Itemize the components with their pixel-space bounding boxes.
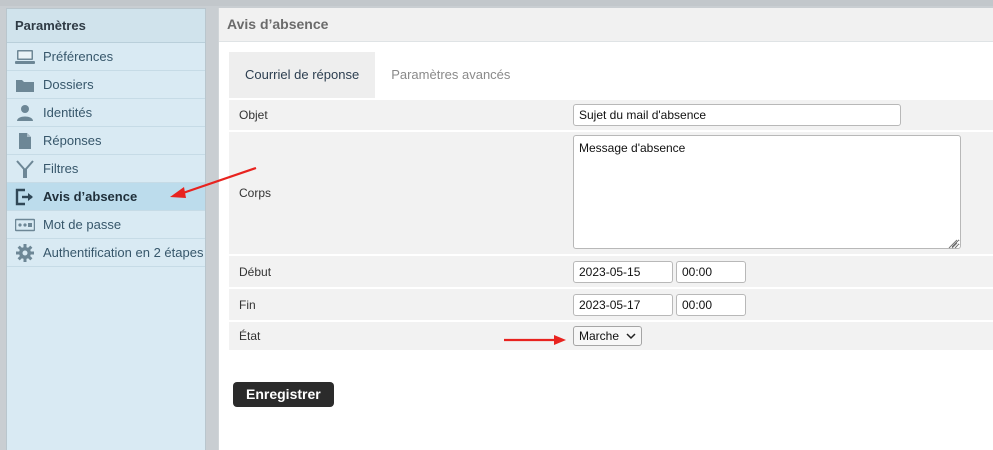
- main-panel: Avis d’absence Courriel de réponse Param…: [218, 8, 993, 450]
- end-label: Fin: [239, 297, 256, 312]
- body-row: Corps Message d'absence: [229, 130, 993, 254]
- settings-sidebar: Paramètres Préférences Dossiers Identité…: [6, 8, 206, 450]
- state-label: État: [239, 329, 261, 343]
- start-time-input[interactable]: [676, 260, 746, 283]
- end-time-input[interactable]: [676, 293, 746, 316]
- subject-row: Objet: [229, 98, 993, 130]
- sidebar-item-label: Avis d’absence: [43, 189, 138, 204]
- sidebar-item-responses[interactable]: Réponses: [7, 127, 205, 155]
- state-select-value: Marche: [579, 329, 620, 343]
- sidebar-item-preferences[interactable]: Préférences: [7, 43, 205, 71]
- laptop-icon: [15, 48, 35, 66]
- sidebar-item-label: Identités: [43, 105, 93, 120]
- start-label: Début: [239, 264, 272, 279]
- sidebar-item-password[interactable]: Mot de passe: [7, 211, 205, 239]
- filter-icon: [15, 159, 35, 178]
- top-strip: [0, 0, 993, 6]
- resize-handle-icon[interactable]: [946, 237, 958, 249]
- sidebar-item-label: Préférences: [43, 49, 114, 64]
- tab-reply-message[interactable]: Courriel de réponse: [229, 52, 376, 98]
- sidebar-item-label: Dossiers: [43, 77, 94, 92]
- start-date-input[interactable]: [573, 260, 673, 283]
- tab-bar: Courriel de réponse Paramètres avancés: [229, 52, 526, 98]
- sidebar-item-label: Réponses: [43, 133, 102, 148]
- subject-label: Objet: [239, 108, 268, 122]
- sidebar-item-label: Mot de passe: [43, 217, 122, 232]
- subject-input[interactable]: [573, 104, 901, 126]
- document-icon: [15, 132, 35, 150]
- password-icon: [15, 216, 35, 234]
- sidebar-item-vacation[interactable]: Avis d’absence: [7, 183, 205, 211]
- save-button[interactable]: Enregistrer: [233, 382, 334, 407]
- sidebar-title: Paramètres: [7, 9, 205, 43]
- state-row: État Marche: [229, 320, 993, 350]
- sidebar-item-2fa[interactable]: Authentification en 2 étapes: [7, 239, 205, 267]
- user-icon: [15, 104, 35, 122]
- end-row: Fin: [229, 287, 993, 320]
- vacation-form: Objet Corps Message d'absence Début: [229, 98, 993, 350]
- logout-icon: [15, 188, 35, 206]
- tab-advanced-settings[interactable]: Paramètres avancés: [375, 52, 526, 98]
- sidebar-item-filters[interactable]: Filtres: [7, 155, 205, 183]
- state-select[interactable]: Marche: [573, 326, 643, 346]
- page-title: Avis d’absence: [219, 8, 993, 42]
- sidebar-item-identities[interactable]: Identités: [7, 99, 205, 127]
- body-textarea[interactable]: Message d'absence: [573, 134, 961, 249]
- folder-icon: [15, 76, 35, 94]
- sidebar-item-label: Authentification en 2 étapes: [43, 245, 204, 260]
- body-label: Corps: [239, 186, 272, 200]
- start-row: Début: [229, 254, 993, 287]
- sidebar-item-label: Filtres: [43, 161, 79, 176]
- end-date-input[interactable]: [573, 293, 673, 316]
- sidebar-item-folders[interactable]: Dossiers: [7, 71, 205, 99]
- chevron-down-icon: [626, 333, 636, 340]
- gear-icon: [15, 243, 35, 262]
